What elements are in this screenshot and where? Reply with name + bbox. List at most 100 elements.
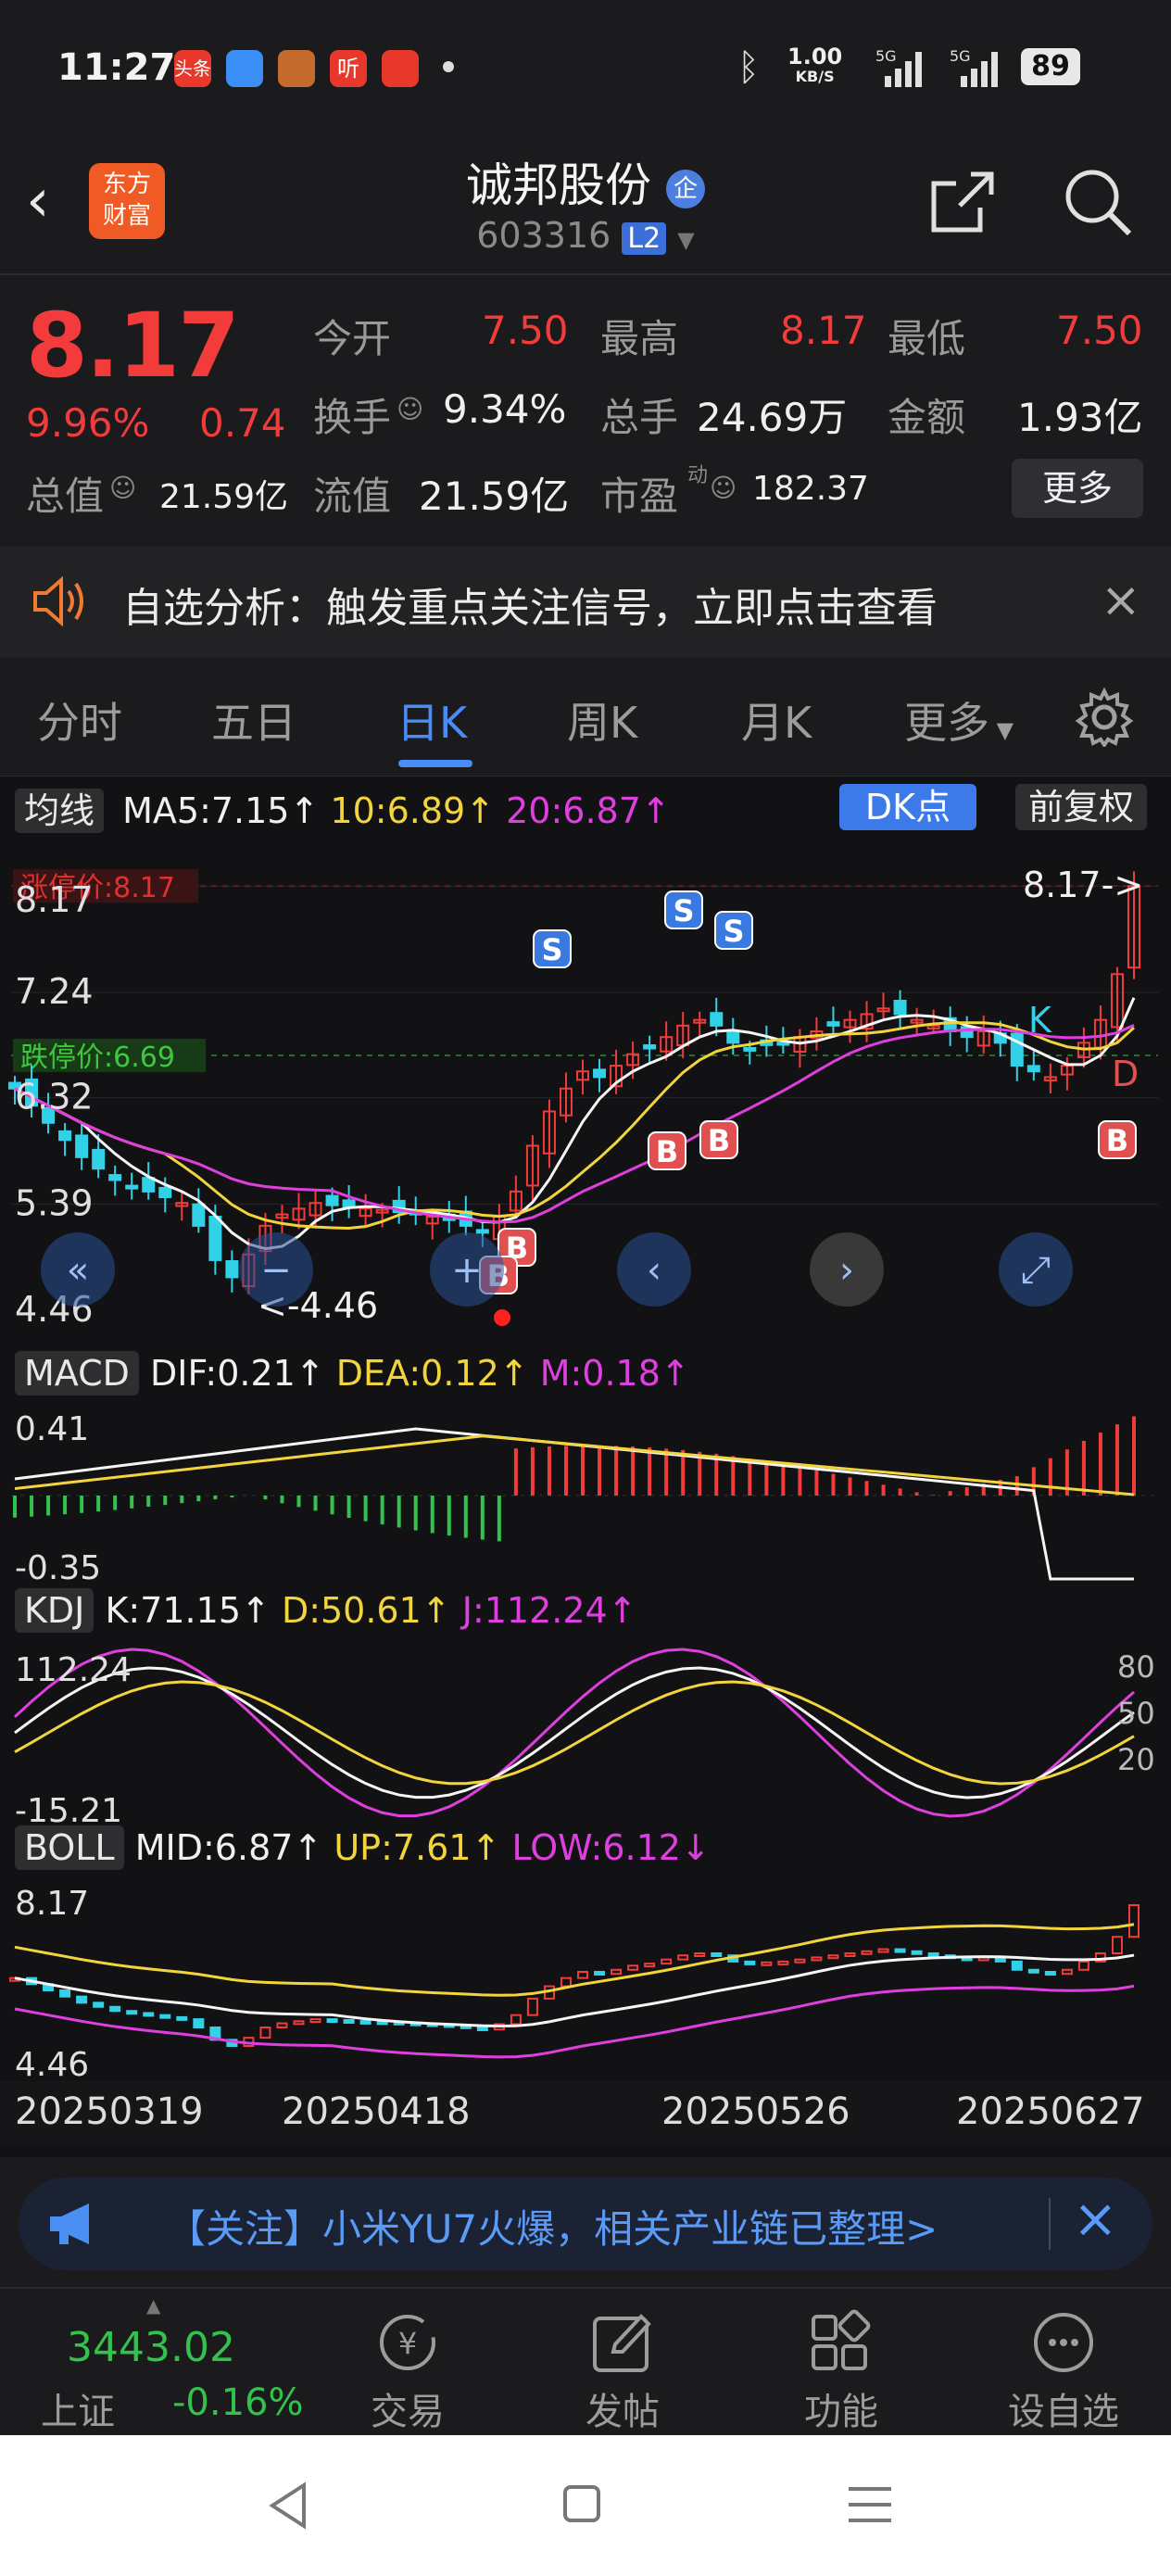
boll-candle (59, 1989, 71, 1998)
boll-candle (343, 2019, 355, 2024)
boll-candle (927, 1952, 939, 1957)
news-divider (1049, 2198, 1051, 2250)
boll-low-line (14, 1984, 1135, 2059)
scroll-right-icon: › (839, 1249, 854, 1292)
news-bar[interactable]: 【关注】小米YU7火爆，相关产业链已整理> × (19, 2178, 1152, 2270)
mktcap-info-icon[interactable]: ☺ (109, 473, 136, 503)
boll-candle (159, 2014, 171, 2019)
tab-minute[interactable]: 分时 (37, 689, 122, 751)
system-menu-icon[interactable] (845, 2481, 895, 2528)
kdj-chart[interactable]: 112.24 -15.21 80 50 20 (0, 1640, 1171, 1825)
dk-point-button[interactable]: DK点 (839, 784, 976, 830)
boll-candle (794, 1958, 806, 1964)
turnover-info-icon[interactable]: ☺ (397, 394, 423, 424)
date-tick: 20250319 (15, 2090, 204, 2133)
system-home-icon[interactable] (560, 2481, 606, 2528)
toutiao-app-icon: 头条 (174, 50, 211, 87)
macd-dea: DEA:0.12↑ (335, 1353, 529, 1394)
boll-chart[interactable]: 8.17 4.46 (0, 1877, 1171, 2081)
boll-mid-line (14, 1953, 1135, 2028)
limit-down-label: 跌停价:6.69 (20, 1042, 175, 1074)
boll-candle (1044, 1971, 1056, 1976)
tab-five-day[interactable]: 五日 (211, 689, 296, 751)
net-speed-unit: KB/S (795, 68, 835, 85)
y-axis-tick: 6.32 (15, 1077, 94, 1118)
index-value[interactable]: 3443.02 (67, 2324, 235, 2371)
signal-marker-label: B (708, 1123, 730, 1158)
candlestick-chart[interactable]: 涨停价:8.17跌停价:6.698.177.246.325.394.468.17… (0, 838, 1171, 1349)
adjust-price-button[interactable]: 前复权 (1015, 784, 1147, 830)
candle-body (75, 1134, 89, 1158)
index-name: 上证 (41, 2391, 115, 2433)
boll-candle (1027, 1968, 1039, 1974)
boll-candle (259, 2027, 271, 2039)
share-icon[interactable] (926, 167, 997, 237)
kdj-indicator-button[interactable]: KDJ (15, 1588, 94, 1633)
boll-candle (526, 1997, 538, 2016)
macd-chart[interactable]: 0.41 -0.35 (0, 1403, 1171, 1588)
boll-tick: 4.46 (15, 2046, 89, 2081)
macd-tick: 0.41 (15, 1410, 89, 1448)
latest-price-marker: 8.17-> (1023, 865, 1143, 905)
analysis-banner[interactable]: 自选分析：触发重点关注信号，立即点击查看 × (0, 547, 1171, 658)
close-icon[interactable]: × (1101, 573, 1141, 628)
fullscreen-icon: ⤢ (1021, 1249, 1051, 1292)
pe-value: 182.37 (752, 470, 869, 508)
boll-mid: MID:6.87↑ (134, 1827, 323, 1868)
candle-body (593, 1068, 607, 1079)
candle-body (475, 1229, 489, 1234)
boll-candle (694, 1952, 706, 1957)
tab-monthly-k[interactable]: 月K (741, 689, 812, 751)
boll-candle (510, 2014, 522, 2026)
boll-candle (326, 2018, 338, 2024)
zoom-in-icon: + (451, 1249, 483, 1292)
nav-trade[interactable]: ¥ 交易 (352, 2307, 463, 2435)
nav-trade-label: 交易 (371, 2391, 445, 2433)
nav-add-watchlist-label: 设自选 (1008, 2391, 1119, 2433)
boll-candle (1128, 1904, 1140, 1938)
tab-more[interactable]: 更多 ▼ (904, 689, 1014, 751)
pe-info-icon[interactable]: ☺ (710, 473, 737, 503)
settings-gear-icon[interactable] (1075, 688, 1134, 747)
more-button[interactable]: 更多 (1012, 459, 1143, 518)
megaphone-icon (50, 2203, 89, 2244)
last-price: 8.17 (26, 294, 240, 398)
tab-daily-k[interactable]: 日K (397, 689, 467, 751)
signal-marker-label: B (1106, 1123, 1128, 1158)
high-label: 最高 (600, 316, 679, 361)
ma-indicator-button[interactable]: 均线 (15, 789, 105, 833)
system-back-icon[interactable] (265, 2480, 311, 2532)
index-change: -0.16% (172, 2381, 304, 2424)
signal-marker-label: S (723, 914, 744, 949)
more-dots-icon (1034, 2313, 1093, 2372)
candle-body (893, 999, 907, 1016)
boll-candle (1077, 1960, 1089, 1971)
boll-candle (611, 1968, 623, 1976)
quote-panel: 8.17 9.96% 0.74 今开 7.50 最高 8.17 最低 7.50 … (0, 275, 1171, 544)
active-tab-indicator (398, 760, 472, 767)
candle-body (1026, 1065, 1040, 1073)
open-label: 今开 (313, 316, 392, 361)
nav-add-watchlist[interactable]: 设自选 (989, 2307, 1138, 2435)
d-signal-label: D (1112, 1054, 1139, 1094)
turnover-value: 9.34% (443, 386, 567, 432)
search-icon[interactable] (1061, 165, 1135, 239)
volume-label: 总手 (600, 395, 679, 440)
close-icon[interactable]: × (1073, 2187, 1118, 2250)
signal-icon: 5G 5G (875, 47, 998, 87)
more-notifications-dot (443, 61, 454, 72)
trade-icon: ¥ (380, 2315, 435, 2370)
kdj-right-tick: 80 (1117, 1649, 1155, 1685)
tab-more-caret-icon: ▼ (989, 717, 1014, 743)
nav-post[interactable]: 发帖 (567, 2307, 678, 2435)
boll-indicator-button[interactable]: BOLL (15, 1825, 124, 1870)
nav-function[interactable]: 功能 (786, 2307, 897, 2435)
net-speed-value: 1.00 (787, 44, 843, 69)
candle-body (726, 1031, 740, 1044)
tab-weekly-k[interactable]: 周K (567, 689, 637, 751)
stock-code: 603316 (476, 215, 611, 256)
boll-candle (1061, 1968, 1073, 1976)
kdj-d: D:50.61↑ (281, 1590, 451, 1631)
macd-dif: DIF:0.21↑ (150, 1353, 325, 1394)
macd-indicator-button[interactable]: MACD (15, 1351, 139, 1395)
